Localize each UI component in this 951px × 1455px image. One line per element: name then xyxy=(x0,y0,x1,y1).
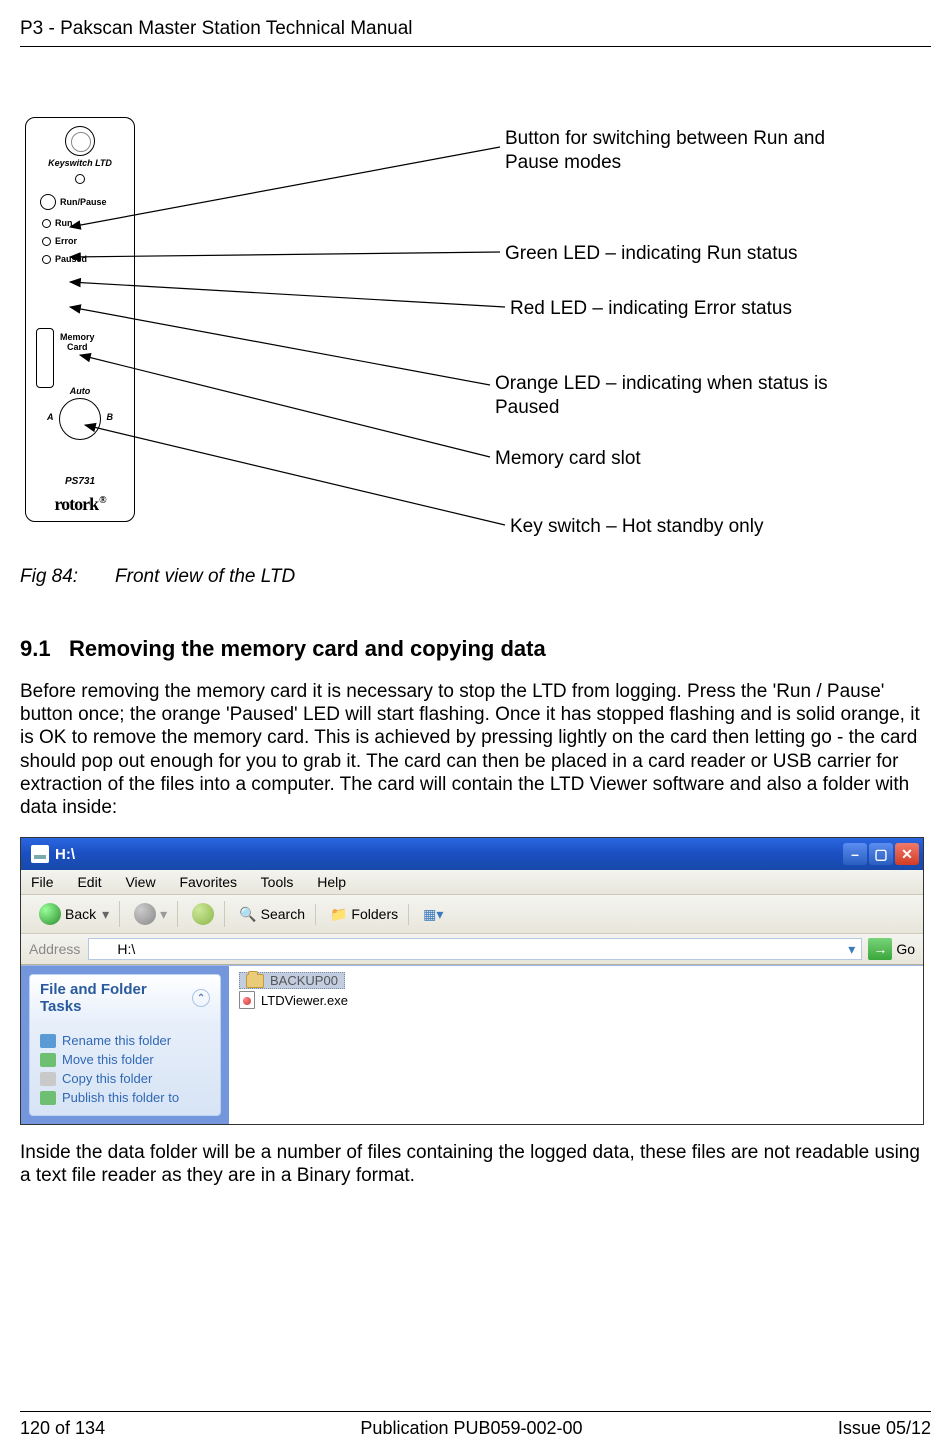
address-bar: Address H:\ ▾ → Go xyxy=(21,934,923,965)
paused-led-label: Paused xyxy=(55,254,87,264)
folder-icon xyxy=(246,974,264,988)
key-switch-auto-label: Auto xyxy=(70,386,91,396)
back-button[interactable]: Back ▾ xyxy=(29,901,120,927)
paused-led xyxy=(42,255,51,264)
task-publish[interactable]: Publish this folder to xyxy=(40,1088,210,1107)
views-icon: ▦▾ xyxy=(423,906,443,923)
file-pane[interactable]: BACKUP00 LTDViewer.exe xyxy=(229,966,923,1124)
up-icon xyxy=(192,903,214,925)
key-switch-a-label: A xyxy=(47,412,54,422)
titlebar[interactable]: H:\ – ▢ ✕ xyxy=(21,838,923,870)
menu-view[interactable]: View xyxy=(125,874,155,890)
annot-memory-slot: Memory card slot xyxy=(495,447,641,471)
address-label: Address xyxy=(29,941,80,957)
task-rename[interactable]: Rename this folder xyxy=(40,1031,210,1050)
menu-help[interactable]: Help xyxy=(317,874,346,890)
task-move[interactable]: Move this folder xyxy=(40,1050,210,1069)
folders-icon: 📁 xyxy=(330,906,347,923)
go-button[interactable]: → xyxy=(868,938,892,960)
forward-button[interactable]: ▾ xyxy=(124,901,178,927)
run-led-label: Run xyxy=(55,218,73,228)
logo-icon xyxy=(65,126,95,156)
menu-edit[interactable]: Edit xyxy=(77,874,101,890)
menu-file[interactable]: File xyxy=(31,874,54,890)
go-label: Go xyxy=(896,941,915,957)
menubar: File Edit View Favorites Tools Help xyxy=(21,870,923,895)
menu-tools[interactable]: Tools xyxy=(261,874,294,890)
search-button[interactable]: 🔍 Search xyxy=(229,904,316,925)
search-icon: 🔍 xyxy=(239,906,256,923)
up-button[interactable] xyxy=(182,901,225,927)
folders-button[interactable]: 📁 Folders xyxy=(320,904,409,925)
collapse-icon[interactable]: ⌃ xyxy=(192,989,210,1007)
tasks-panel: File and Folder Tasks ⌃ Rename this fold… xyxy=(29,974,221,1116)
maximize-button[interactable]: ▢ xyxy=(869,843,893,865)
drive-icon xyxy=(95,942,111,956)
key-switch-b-label: B xyxy=(107,412,114,422)
footer-page: 120 of 134 xyxy=(20,1418,105,1439)
figure-caption: Fig 84: Front view of the LTD xyxy=(20,566,931,588)
annot-green-led: Green LED – indicating Run status xyxy=(505,242,798,266)
side-panel: File and Folder Tasks ⌃ Rename this fold… xyxy=(21,966,229,1124)
footer-issue: Issue 05/12 xyxy=(838,1418,931,1439)
explorer-window: H:\ – ▢ ✕ File Edit View Favorites Tools… xyxy=(20,837,924,1125)
tasks-header[interactable]: File and Folder Tasks ⌃ xyxy=(30,975,220,1021)
toolbar: Back ▾ ▾ 🔍 Search 📁 Folders ▦▾ xyxy=(21,895,923,934)
annot-orange-led: Orange LED – indicating when status is P… xyxy=(495,372,855,420)
section-heading: 9.1 Removing the memory card and copying… xyxy=(20,636,931,662)
menu-favorites[interactable]: Favorites xyxy=(179,874,237,890)
exe-icon xyxy=(239,991,255,1009)
annot-red-led: Red LED – indicating Error status xyxy=(510,297,792,321)
back-icon xyxy=(39,903,61,925)
run-led xyxy=(42,219,51,228)
model-number: PS731 xyxy=(65,476,95,487)
minimize-button[interactable]: – xyxy=(843,843,867,865)
address-dropdown-icon[interactable]: ▾ xyxy=(848,941,855,958)
page-footer: 120 of 134 Publication PUB059-002-00 Iss… xyxy=(20,1411,931,1439)
drive-icon xyxy=(31,845,49,863)
ltd-device-panel: Keyswitch LTD Run/Pause Run Error Paused… xyxy=(25,117,135,522)
error-led-label: Error xyxy=(55,236,77,246)
annot-key-switch: Key switch – Hot standby only xyxy=(510,515,763,539)
figure-ltd: Keyswitch LTD Run/Pause Run Error Paused… xyxy=(20,117,931,562)
views-button[interactable]: ▦▾ xyxy=(413,904,453,925)
error-led xyxy=(42,237,51,246)
close-button[interactable]: ✕ xyxy=(895,843,919,865)
address-input[interactable]: H:\ ▾ xyxy=(88,938,862,960)
run-pause-label: Run/Pause xyxy=(60,197,107,207)
footer-publication: Publication PUB059-002-00 xyxy=(360,1418,582,1439)
forward-icon xyxy=(134,903,156,925)
window-title: H:\ xyxy=(55,846,75,863)
key-switch-dial xyxy=(59,398,101,440)
annot-run-pause-button: Button for switching between Run and Pau… xyxy=(505,127,845,175)
keyswitch-ltd-label: Keyswitch LTD xyxy=(26,158,134,168)
annotation-arrows xyxy=(20,117,940,557)
memory-card-label: Memory Card xyxy=(60,333,95,353)
top-led xyxy=(75,174,85,184)
key-switch[interactable]: Auto A B xyxy=(59,398,101,440)
address-value: H:\ xyxy=(117,941,135,957)
paragraph-2: Inside the data folder will be a number … xyxy=(20,1141,931,1187)
file-folder-backup[interactable]: BACKUP00 xyxy=(239,972,345,989)
memory-card-slot[interactable] xyxy=(36,328,54,388)
brand-logo: rotork xyxy=(54,494,105,515)
page-header: P3 - Pakscan Master Station Technical Ma… xyxy=(20,18,931,47)
task-copy[interactable]: Copy this folder xyxy=(40,1069,210,1088)
file-exe-ltdviewer[interactable]: LTDViewer.exe xyxy=(239,989,913,1011)
paragraph-1: Before removing the memory card it is ne… xyxy=(20,680,931,819)
run-pause-button[interactable] xyxy=(40,194,56,210)
